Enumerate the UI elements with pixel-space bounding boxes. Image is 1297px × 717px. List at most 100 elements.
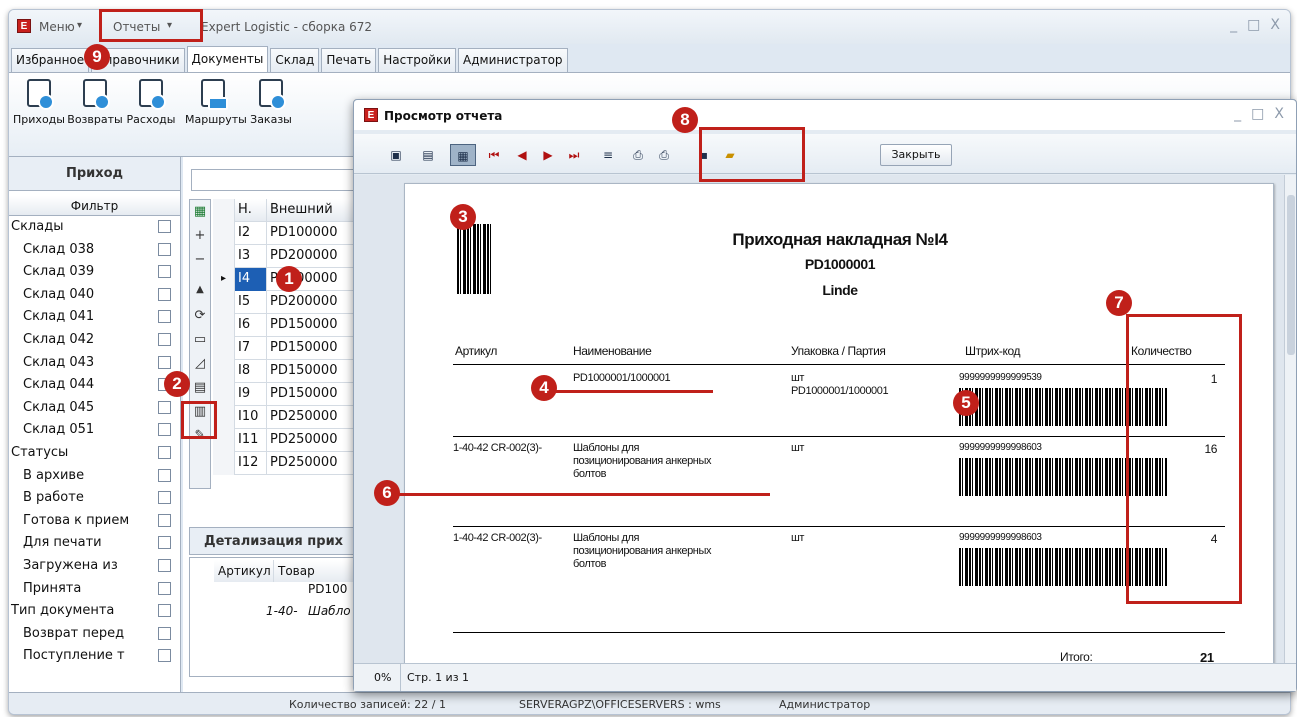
filter-item[interactable]: Готова к прием — [9, 511, 179, 533]
filter-checkbox[interactable] — [158, 446, 171, 459]
table-row[interactable]: I9 PD150000 — [213, 383, 363, 406]
filter-checkbox[interactable] — [158, 220, 171, 233]
minimize-button[interactable]: _ — [1230, 17, 1237, 33]
search-input[interactable] — [191, 169, 361, 191]
scrollbar-thumb[interactable] — [1287, 195, 1295, 355]
report-close-x-button[interactable]: X — [1274, 106, 1284, 122]
report-scrollbar[interactable] — [1284, 175, 1296, 665]
filter-checkbox[interactable] — [158, 536, 171, 550]
table-row[interactable]: I10 PD250000 — [213, 406, 363, 429]
filter-checkbox[interactable] — [158, 649, 171, 663]
filter-item[interactable]: Принята — [9, 579, 179, 601]
report-preview-icon[interactable]: ▤ — [193, 380, 207, 395]
filter-item-label: Готова к прием — [23, 512, 130, 528]
up-icon[interactable]: ▲ — [193, 284, 207, 295]
excel-icon[interactable]: ▦ — [193, 204, 207, 219]
multi-page-icon[interactable]: ▦ — [450, 144, 476, 166]
filter-item[interactable]: Склад 040 — [9, 285, 179, 307]
table-row[interactable]: I6 PD150000 — [213, 314, 363, 337]
keyboard-icon[interactable]: ▭ — [193, 332, 207, 347]
tab-admin[interactable]: Администратор — [458, 48, 568, 72]
detail-row-1[interactable]: PD100 — [308, 582, 347, 596]
filter-item[interactable]: Склад 043 — [9, 353, 179, 375]
print-icon[interactable]: ⎙ — [656, 148, 672, 162]
maximize-button[interactable]: □ — [1247, 17, 1260, 33]
filter-item[interactable]: Склад 039 — [9, 262, 179, 284]
tab-settings[interactable]: Настройки — [378, 48, 457, 72]
filter-checkbox[interactable] — [158, 513, 171, 527]
print-setup-icon[interactable]: ⎙ — [630, 148, 646, 162]
ribbon-orders-button[interactable]: Заказы — [243, 79, 299, 126]
report-close-button[interactable]: Закрыть — [880, 144, 952, 166]
filter-checkbox[interactable] — [158, 242, 171, 256]
table-row[interactable]: I2 PD100000 — [213, 222, 363, 245]
two-pages-icon[interactable]: ▤ — [420, 148, 436, 162]
single-page-icon[interactable]: ▣ — [388, 148, 404, 162]
filter-item[interactable]: Склад 044 — [9, 375, 179, 397]
filter-item[interactable]: Склад 045 — [9, 398, 179, 420]
ribbon-returns-button[interactable]: Возвраты — [67, 79, 123, 126]
filter-checkbox[interactable] — [158, 400, 171, 414]
ribbon-incoming-button[interactable]: Приходы — [11, 79, 67, 126]
last-page-icon[interactable]: ⏭ — [566, 148, 582, 162]
detail-col-goods[interactable]: Товар — [274, 560, 364, 582]
next-page-icon[interactable]: ▶ — [540, 148, 556, 162]
report-minimize-button[interactable]: _ — [1234, 106, 1241, 122]
filter-item[interactable]: Тип документа — [9, 601, 179, 623]
filter-item[interactable]: Загружена из — [9, 556, 179, 578]
menu-button[interactable]: Меню — [39, 20, 75, 34]
report-maximize-button[interactable]: □ — [1251, 106, 1264, 122]
filter-item[interactable]: Склад 041 — [9, 307, 179, 329]
filter-checkbox[interactable] — [158, 559, 171, 572]
filter-checkbox[interactable] — [158, 581, 171, 595]
filter-checkbox[interactable] — [158, 423, 171, 437]
table-row[interactable]: I8 PD150000 — [213, 360, 363, 383]
filter-item[interactable]: Статусы — [9, 443, 179, 465]
filter-checkbox[interactable] — [158, 333, 171, 346]
filter-item[interactable]: Склад 038 — [9, 240, 179, 262]
page-setup-icon[interactable]: ≡ — [600, 148, 616, 162]
refresh-icon[interactable]: ⟳ — [193, 308, 207, 323]
prev-page-icon[interactable]: ◀ — [514, 148, 530, 162]
add-icon[interactable]: + — [193, 228, 207, 243]
filter-checkbox[interactable] — [158, 355, 171, 369]
table-row[interactable]: I3 PD200000 — [213, 245, 363, 268]
tab-favorites[interactable]: Избранное — [11, 48, 90, 72]
filter-item[interactable]: Поступление т — [9, 646, 179, 668]
filter-item[interactable]: Возврат перед — [9, 624, 179, 646]
filter-item[interactable]: Для печати — [9, 533, 179, 555]
detail-row-2-name[interactable]: Шабло — [308, 604, 351, 618]
filter-checkbox[interactable] — [158, 468, 171, 482]
table-row[interactable]: I11 PD250000 — [213, 429, 363, 452]
detail-col-article[interactable]: Артикул — [214, 560, 274, 582]
cell-barcode-number: 9999999999998603 — [959, 532, 1042, 543]
filter-item[interactable]: В работе — [9, 488, 179, 510]
filter-checkbox[interactable] — [158, 287, 171, 301]
doc-number: PD1000001 — [804, 256, 876, 272]
detail-row-2-article[interactable]: 1-40- — [266, 604, 298, 618]
tab-warehouse[interactable]: Склад — [270, 48, 320, 72]
filter-checkbox[interactable] — [158, 626, 171, 640]
table-row[interactable]: I7 PD150000 — [213, 337, 363, 360]
tab-print[interactable]: Печать — [321, 48, 377, 72]
filter-item[interactable]: В архиве — [9, 466, 179, 488]
filter-item[interactable]: Склады — [9, 217, 179, 239]
filter-checkbox[interactable] — [158, 265, 171, 279]
table-row[interactable]: I5 PD200000 — [213, 291, 363, 314]
filter-checkbox[interactable] — [158, 491, 171, 505]
first-page-icon[interactable]: ⏮ — [486, 148, 502, 162]
filter-checkbox[interactable] — [158, 604, 171, 618]
filter-item[interactable]: Склад 042 — [9, 330, 179, 352]
table-row[interactable]: I12 PD250000 — [213, 452, 363, 475]
tab-documents[interactable]: Документы — [186, 46, 269, 72]
eraser-icon[interactable]: ◿ — [193, 356, 207, 371]
ribbon-outgoing-button[interactable]: Расходы — [123, 79, 179, 126]
col-n-header[interactable]: Н. — [235, 199, 267, 222]
menu-chevron-icon[interactable]: ▾ — [77, 20, 82, 31]
filter-checkbox[interactable] — [158, 310, 171, 324]
col-external-header[interactable]: Внешний — [267, 199, 363, 222]
ribbon-routes-button[interactable]: Маршруты — [185, 79, 247, 126]
filter-item[interactable]: Склад 051 — [9, 420, 179, 442]
close-button[interactable]: X — [1270, 17, 1280, 33]
remove-icon[interactable]: − — [193, 252, 207, 267]
